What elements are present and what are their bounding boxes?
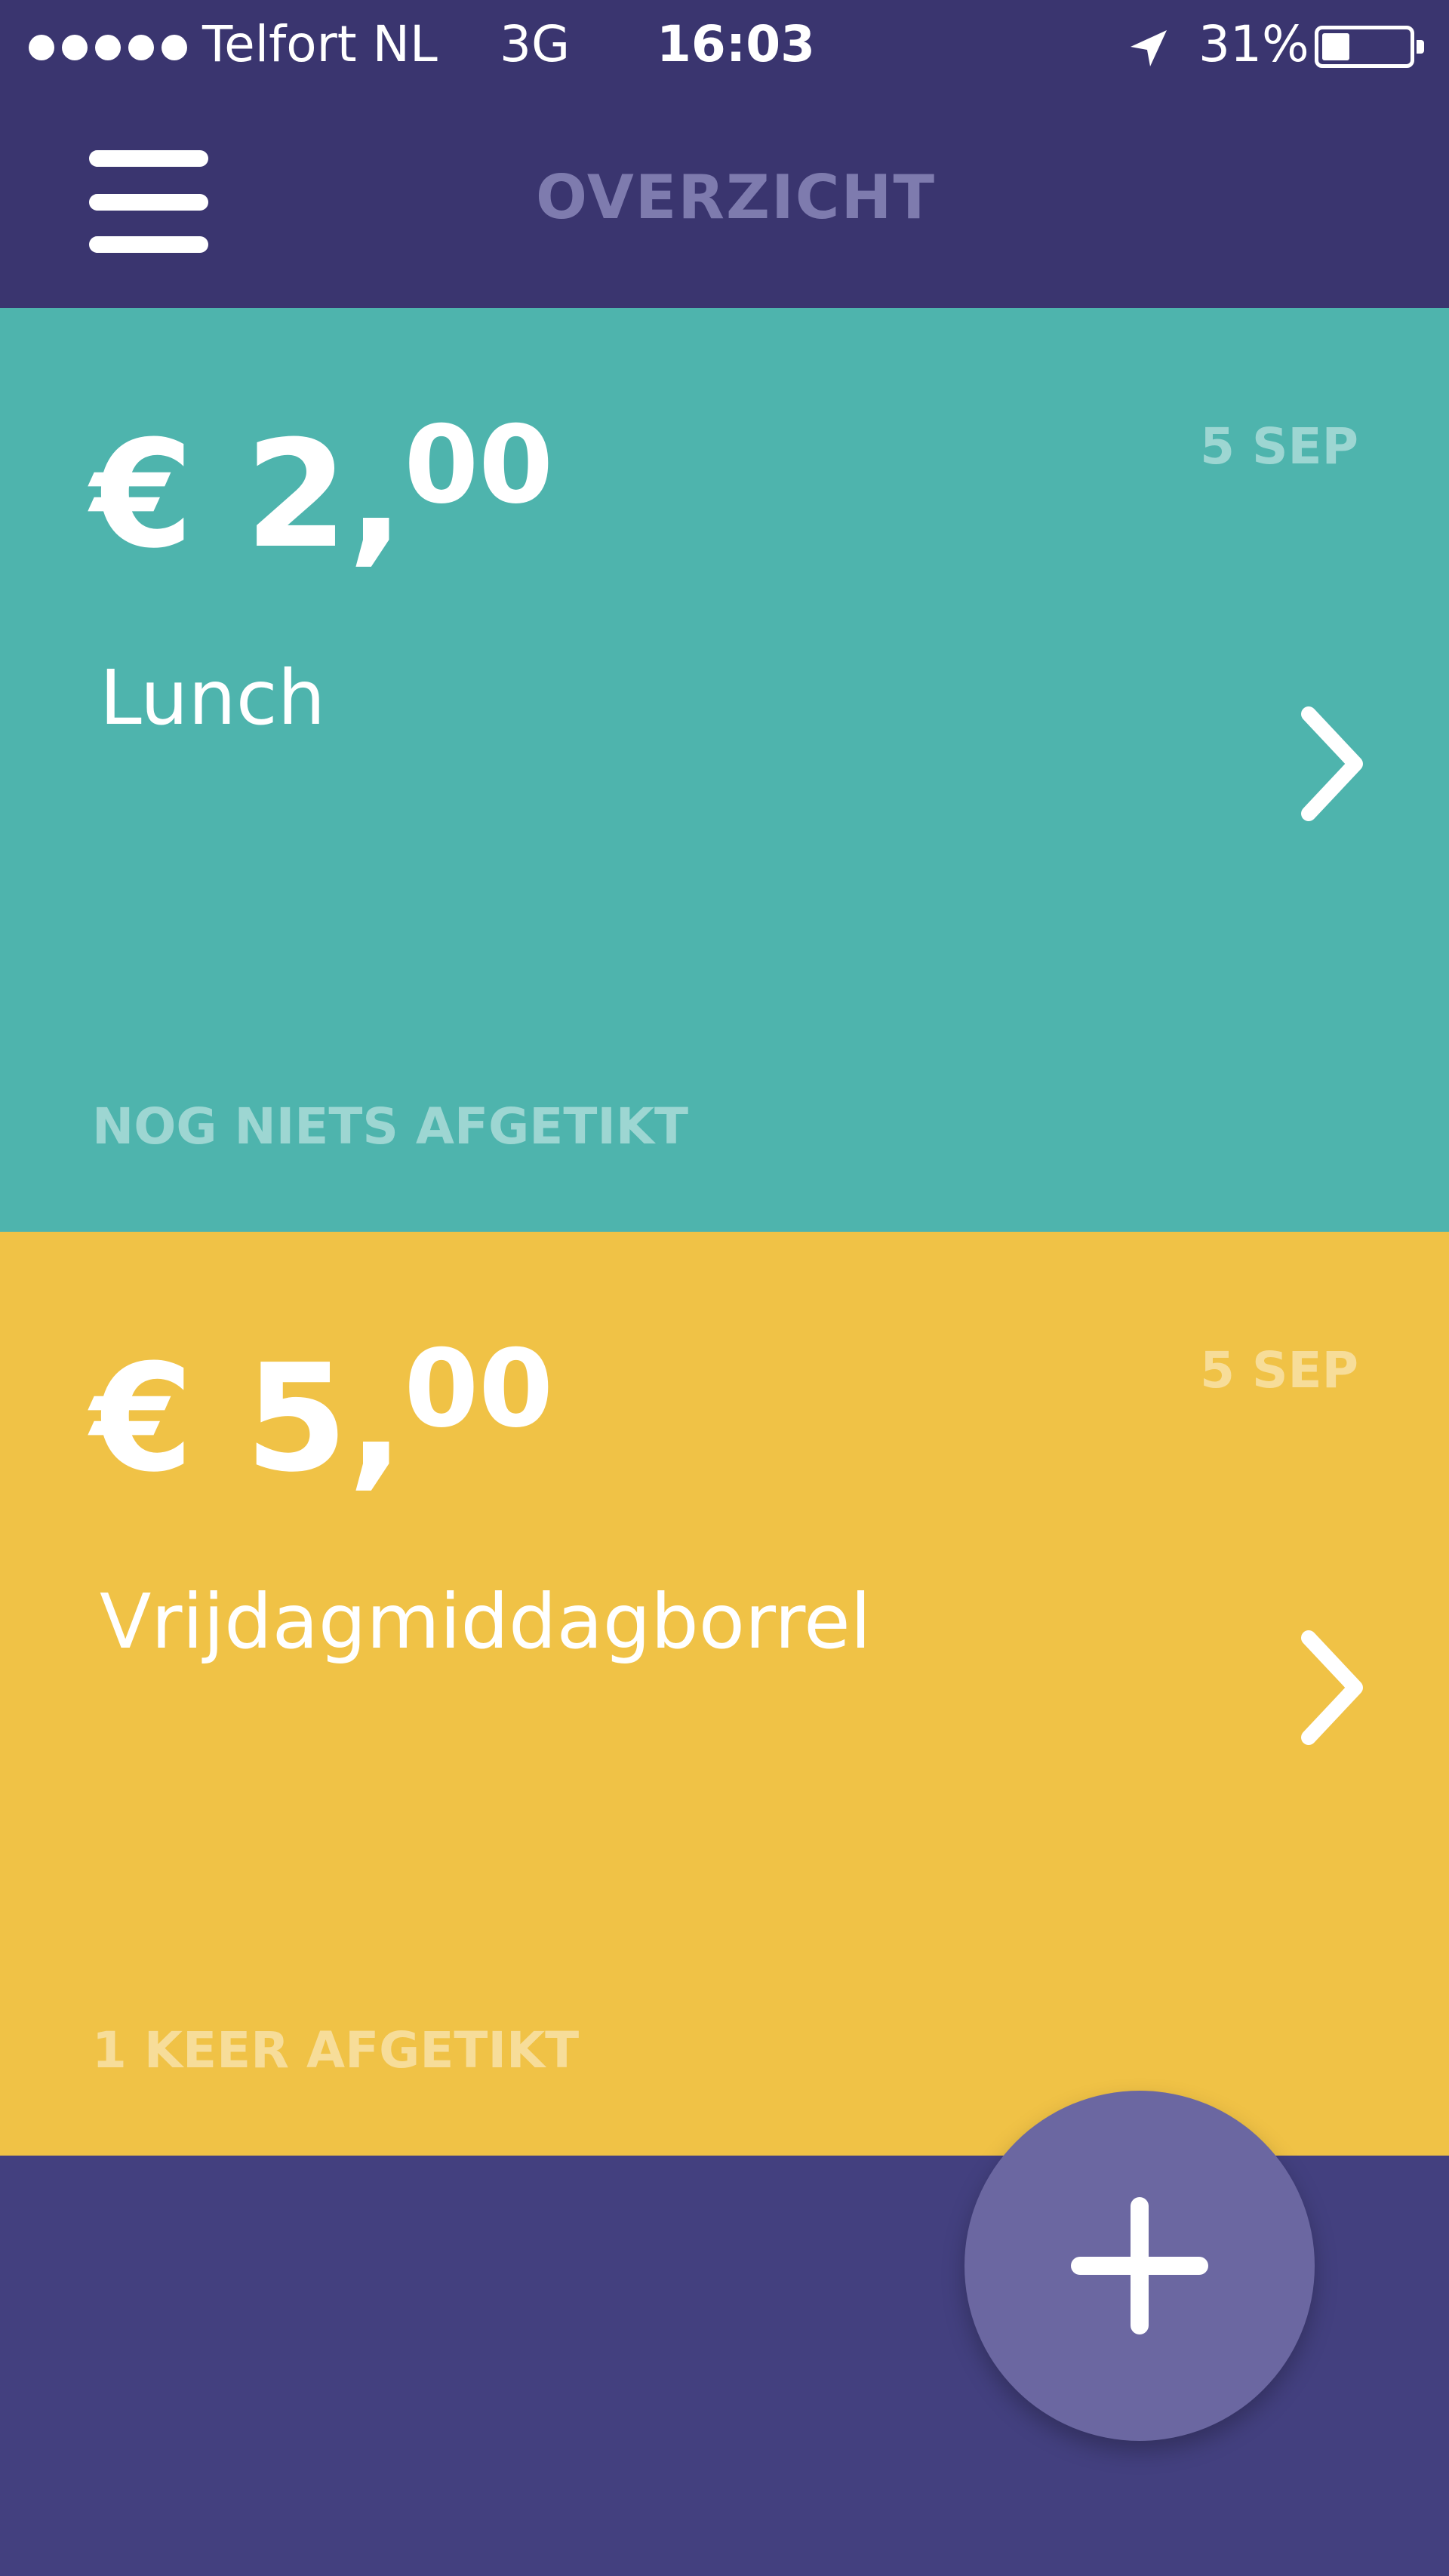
carrier-label: Telfort NL [202, 15, 438, 73]
battery-icon [1315, 26, 1424, 68]
amount-main: € 2, [91, 409, 405, 581]
expense-description: Lunch [100, 654, 326, 742]
plus-icon [1071, 2197, 1208, 2334]
expense-card[interactable]: € 2,00 5 SEP Lunch NOG NIETS AFGETIKT [0, 308, 1449, 1232]
status-bar: Telfort NL 3G 16:03 31% [0, 0, 1449, 94]
amount-cents: 00 [404, 1327, 554, 1451]
amount-main: € 5, [91, 1333, 405, 1505]
battery-percent: 31% [1198, 15, 1309, 73]
expense-amount: € 2,00 [91, 403, 553, 569]
expense-amount: € 5,00 [91, 1327, 553, 1493]
expense-status: NOG NIETS AFGETIKT [92, 1097, 689, 1156]
expense-status: 1 KEER AFGETIKT [92, 2021, 580, 2079]
network-label: 3G [500, 15, 571, 73]
hamburger-menu-icon[interactable] [89, 147, 211, 253]
amount-cents: 00 [404, 403, 554, 528]
signal-dots-icon [29, 35, 187, 60]
expense-description: Vrijdagmiddagborrel [100, 1577, 872, 1666]
expense-date: 5 SEP [1200, 1341, 1358, 1399]
expense-date: 5 SEP [1200, 417, 1358, 475]
expense-card[interactable]: € 5,00 5 SEP Vrijdagmiddagborrel 1 KEER … [0, 1232, 1449, 2156]
chevron-right-icon[interactable] [1298, 703, 1366, 824]
page-title: OVERZICHT [536, 162, 937, 232]
clock: 16:03 [657, 15, 816, 73]
location-arrow-icon [1131, 30, 1167, 66]
app-header: OVERZICHT [0, 94, 1449, 308]
add-expense-button[interactable] [964, 2091, 1315, 2441]
chevron-right-icon[interactable] [1298, 1627, 1366, 1748]
